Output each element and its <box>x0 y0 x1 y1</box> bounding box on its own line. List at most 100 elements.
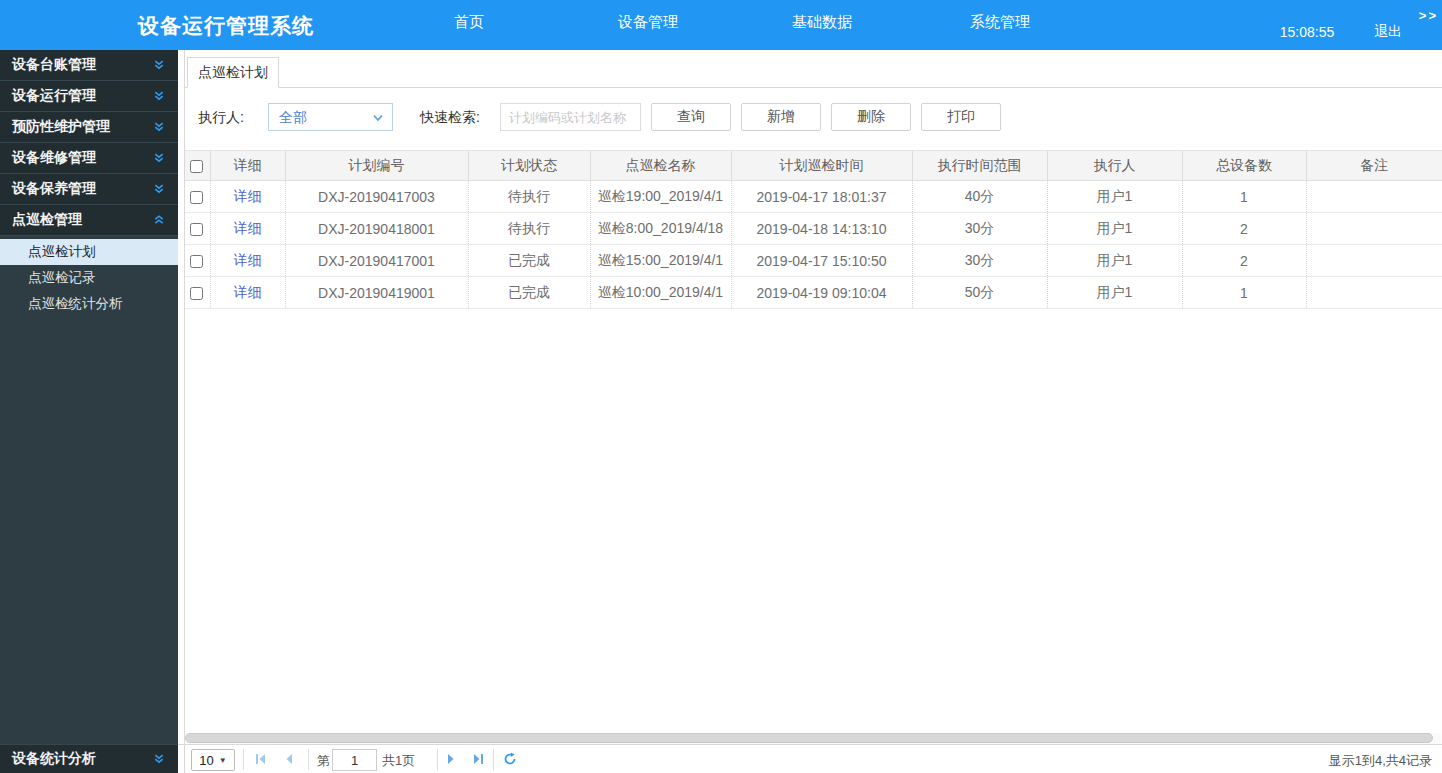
cell-devices: 2 <box>1182 245 1306 277</box>
sidebar-item-taizhang[interactable]: 设备台账管理 <box>0 50 178 81</box>
nav-basedata[interactable]: 基础数据 <box>792 13 852 32</box>
sidebar: 设备台账管理 设备运行管理 预防性维护管理 设备维修管理 设备保养管理 点巡检管… <box>0 50 178 773</box>
sidebar-item-yufangxing[interactable]: 预防性维护管理 <box>0 112 178 143</box>
chevron-down-icon <box>372 112 384 124</box>
print-button[interactable]: 打印 <box>921 103 1001 131</box>
pagination-separator <box>243 749 244 770</box>
refresh-icon[interactable] <box>503 752 517 766</box>
cell-name: 巡检19:00_2019/4/1 <box>590 181 731 213</box>
next-page-icon[interactable] <box>444 752 458 766</box>
sidebar-item-baoyang[interactable]: 设备保养管理 <box>0 174 178 205</box>
page-size-value: 10 <box>199 753 213 768</box>
cell-remark <box>1306 277 1442 309</box>
sidebar-item-label: 预防性维护管理 <box>12 118 110 136</box>
sidebar-item-tongji[interactable]: 设备统计分析 <box>0 744 178 773</box>
delete-button[interactable]: 删除 <box>831 103 911 131</box>
nav-home[interactable]: 首页 <box>454 13 484 32</box>
page-label-suffix: 共1页 <box>382 752 415 770</box>
sidebar-item-weixiu[interactable]: 设备维修管理 <box>0 143 178 174</box>
pagination-separator <box>308 749 309 770</box>
content-divider <box>184 50 185 773</box>
col-plan-no: 计划编号 <box>285 151 468 181</box>
detail-link[interactable]: 详细 <box>234 220 262 236</box>
sidebar-item-label: 点巡检管理 <box>12 211 82 229</box>
cell-executor: 用户1 <box>1047 245 1182 277</box>
executor-select[interactable]: 全部 <box>268 103 393 131</box>
cell-plan-no: DXJ-20190419001 <box>285 277 468 309</box>
chevron-double-down-icon <box>153 59 165 71</box>
row-checkbox[interactable] <box>190 223 203 236</box>
table-row: 详细 DXJ-20190418001 待执行 巡检8:00_2019/4/18 … <box>184 213 1442 245</box>
cell-executor: 用户1 <box>1047 277 1182 309</box>
sidebar-subitem-stats[interactable]: 点巡检统计分析 <box>0 291 178 317</box>
cell-remark <box>1306 245 1442 277</box>
row-checkbox[interactable] <box>190 191 203 204</box>
cell-status: 已完成 <box>468 245 590 277</box>
top-bar: 设备运行管理系统 首页 设备管理 基础数据 系统管理 15:08:55 退出 >… <box>0 0 1442 50</box>
chevron-double-down-icon <box>153 121 165 133</box>
sidebar-item-label: 设备台账管理 <box>12 56 96 74</box>
cell-time: 2019-04-18 14:13:10 <box>731 213 912 245</box>
tab-plan[interactable]: 点巡检计划 <box>187 57 279 88</box>
select-all-checkbox[interactable] <box>190 160 203 173</box>
cell-range: 30分 <box>912 213 1047 245</box>
caret-down-icon: ▼ <box>219 756 227 765</box>
app-title: 设备运行管理系统 <box>138 12 314 40</box>
cell-time: 2019-04-19 09:10:04 <box>731 277 912 309</box>
nav-equipment[interactable]: 设备管理 <box>618 13 678 32</box>
col-name: 点巡检名称 <box>590 151 731 181</box>
cell-name: 巡检8:00_2019/4/18 <box>590 213 731 245</box>
table-header-row: 详细 计划编号 计划状态 点巡检名称 计划巡检时间 执行时间范围 执行人 总设备… <box>184 151 1442 181</box>
page-input[interactable] <box>332 749 377 771</box>
col-detail: 详细 <box>210 151 285 181</box>
cell-executor: 用户1 <box>1047 213 1182 245</box>
sidebar-submenu: 点巡检计划 点巡检记录 点巡检统计分析 <box>0 236 178 744</box>
pagination-bar: 10 ▼ 第 共1页 显示1到4,共4记录 <box>178 744 1442 773</box>
sidebar-item-yunxing[interactable]: 设备运行管理 <box>0 81 178 112</box>
sidebar-subitem-plan[interactable]: 点巡检计划 <box>0 239 178 265</box>
cell-executor: 用户1 <box>1047 181 1182 213</box>
sidebar-subitem-record[interactable]: 点巡检记录 <box>0 265 178 291</box>
executor-label: 执行人: <box>198 109 244 127</box>
chevron-double-down-icon <box>153 90 165 102</box>
col-range: 执行时间范围 <box>912 151 1047 181</box>
sidebar-item-label: 设备统计分析 <box>12 750 96 768</box>
horizontal-scrollbar[interactable] <box>184 733 1441 744</box>
cell-plan-no: DXJ-20190417003 <box>285 181 468 213</box>
row-checkbox[interactable] <box>190 287 203 300</box>
pagination-separator <box>437 749 438 770</box>
first-page-icon[interactable] <box>254 752 268 766</box>
record-summary: 显示1到4,共4记录 <box>1329 752 1432 770</box>
page-label-prefix: 第 <box>317 752 330 770</box>
cell-devices: 1 <box>1182 277 1306 309</box>
cell-plan-no: DXJ-20190417001 <box>285 245 468 277</box>
cell-remark <box>1306 181 1442 213</box>
cell-status: 已完成 <box>468 277 590 309</box>
col-status: 计划状态 <box>468 151 590 181</box>
search-input[interactable] <box>500 103 641 131</box>
detail-link[interactable]: 详细 <box>234 188 262 204</box>
scrollbar-thumb[interactable] <box>185 733 1433 743</box>
row-checkbox[interactable] <box>190 255 203 268</box>
logout-button[interactable]: 退出 <box>1374 23 1402 41</box>
add-button[interactable]: 新增 <box>741 103 821 131</box>
sidebar-item-dianxunjian[interactable]: 点巡检管理 <box>0 205 178 236</box>
select-all-header <box>184 151 210 181</box>
sidebar-item-label: 设备维修管理 <box>12 149 96 167</box>
cell-range: 40分 <box>912 181 1047 213</box>
col-executor: 执行人 <box>1047 151 1182 181</box>
search-label: 快速检索: <box>420 109 480 127</box>
prev-page-icon[interactable] <box>282 752 296 766</box>
cell-name: 巡检15:00_2019/4/1 <box>590 245 731 277</box>
nav-system[interactable]: 系统管理 <box>970 13 1030 32</box>
page-size-select[interactable]: 10 ▼ <box>191 749 235 771</box>
detail-link[interactable]: 详细 <box>234 284 262 300</box>
query-button[interactable]: 查询 <box>651 103 731 131</box>
table-row: 详细 DXJ-20190419001 已完成 巡检10:00_2019/4/1 … <box>184 277 1442 309</box>
sidebar-item-label: 设备保养管理 <box>12 180 96 198</box>
cell-plan-no: DXJ-20190418001 <box>285 213 468 245</box>
pagination-separator <box>493 749 494 770</box>
collapse-icon[interactable]: >> <box>1419 8 1438 23</box>
detail-link[interactable]: 详细 <box>234 252 262 268</box>
last-page-icon[interactable] <box>471 752 485 766</box>
